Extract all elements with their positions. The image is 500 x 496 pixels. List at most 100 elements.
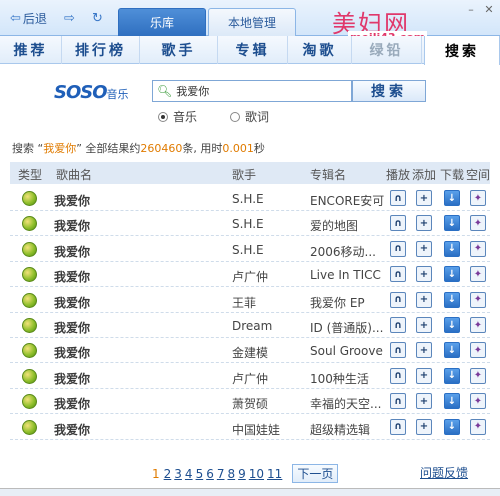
artist-name[interactable]: 金建模 — [232, 344, 268, 361]
nav-albums[interactable]: 专辑 — [218, 36, 288, 64]
headphones-icon[interactable]: ∩ — [390, 190, 406, 206]
song-name[interactable]: 我爱你 — [54, 192, 90, 209]
headphones-icon[interactable]: ∩ — [390, 215, 406, 232]
back-button[interactable]: ⇦ 后退 — [10, 9, 47, 27]
radio-lyrics[interactable]: 歌词 — [230, 108, 269, 125]
feedback-link[interactable]: 问题反馈 — [420, 464, 468, 481]
refresh-button[interactable]: ↻ — [92, 9, 103, 27]
add-icon[interactable]: + — [416, 317, 432, 333]
next-page-button[interactable]: 下一页 — [292, 464, 339, 483]
close-button[interactable]: ✕ — [480, 2, 498, 18]
add-icon[interactable]: + — [416, 215, 432, 232]
download-icon[interactable]: ↓ — [444, 215, 460, 232]
headphones-icon[interactable]: ∩ — [390, 342, 406, 359]
download-icon[interactable]: ↓ — [444, 291, 460, 308]
album-name[interactable]: 100种生活 — [310, 370, 386, 387]
song-name[interactable]: 我爱你 — [54, 395, 90, 412]
add-icon[interactable]: + — [416, 393, 432, 410]
add-icon[interactable]: + — [416, 266, 432, 283]
album-name[interactable]: Soul Groove — [310, 344, 386, 358]
headphones-icon[interactable]: ∩ — [390, 266, 406, 283]
space-icon[interactable]: ✦ — [470, 342, 486, 359]
nav-search[interactable]: 搜索 — [424, 36, 500, 65]
search-input[interactable]: 🔍︎ 我爱你 — [152, 80, 352, 102]
tab-local-management[interactable]: 本地管理 — [208, 8, 296, 36]
nav-green[interactable]: 绿铅 — [352, 36, 422, 64]
search-button[interactable]: 搜索 — [352, 80, 426, 102]
add-icon[interactable]: + — [416, 291, 432, 308]
headphones-icon[interactable]: ∩ — [390, 367, 406, 384]
headphones-icon[interactable]: ∩ — [390, 317, 406, 333]
song-name[interactable]: 我爱你 — [54, 217, 90, 234]
page-link[interactable]: 4 — [185, 467, 193, 481]
add-icon[interactable]: + — [416, 240, 432, 257]
song-name[interactable]: 我爱你 — [54, 344, 90, 361]
space-icon[interactable]: ✦ — [470, 317, 486, 333]
song-name[interactable]: 我爱你 — [54, 268, 90, 285]
space-icon[interactable]: ✦ — [470, 367, 486, 384]
space-icon[interactable]: ✦ — [470, 190, 486, 206]
page-link[interactable]: 8 — [227, 467, 235, 481]
download-icon[interactable]: ↓ — [444, 393, 460, 410]
artist-name[interactable]: 中国娃娃 — [232, 421, 280, 438]
artist-name[interactable]: 卢广仲 — [232, 370, 268, 387]
headphones-icon[interactable]: ∩ — [390, 240, 406, 257]
album-name[interactable]: 我爱你 EP — [310, 294, 386, 311]
space-icon[interactable]: ✦ — [470, 291, 486, 308]
space-icon[interactable]: ✦ — [470, 266, 486, 283]
album-name[interactable]: ID (普通版)... — [310, 319, 386, 336]
space-icon[interactable]: ✦ — [470, 393, 486, 410]
song-name[interactable]: 我爱你 — [54, 243, 90, 260]
add-icon[interactable]: + — [416, 190, 432, 206]
download-icon[interactable]: ↓ — [444, 190, 460, 206]
add-icon[interactable]: + — [416, 367, 432, 384]
download-icon[interactable]: ↓ — [444, 342, 460, 359]
page-link[interactable]: 5 — [196, 467, 204, 481]
minimize-button[interactable]: – — [462, 2, 480, 18]
add-icon[interactable]: + — [416, 418, 432, 435]
song-name[interactable]: 我爱你 — [54, 319, 90, 336]
space-icon[interactable]: ✦ — [470, 418, 486, 435]
page-link[interactable]: 9 — [238, 467, 246, 481]
page-link[interactable]: 11 — [267, 467, 282, 481]
download-icon[interactable]: ↓ — [444, 317, 460, 333]
song-name[interactable]: 我爱你 — [54, 370, 90, 387]
album-name[interactable]: Live In TICC — [310, 268, 386, 282]
page-link[interactable]: 7 — [217, 467, 225, 481]
album-name[interactable]: 超级精选辑 — [310, 421, 386, 438]
artist-name[interactable]: 卢广仲 — [232, 268, 268, 285]
page-link[interactable]: 3 — [174, 467, 182, 481]
download-icon[interactable]: ↓ — [444, 367, 460, 384]
add-icon[interactable]: + — [416, 342, 432, 359]
space-icon[interactable]: ✦ — [470, 215, 486, 232]
headphones-icon[interactable]: ∩ — [390, 291, 406, 308]
forward-button[interactable]: ⇨ — [64, 9, 75, 27]
song-name[interactable]: 我爱你 — [54, 421, 90, 438]
radio-music[interactable]: 音乐 — [158, 108, 197, 125]
nav-charts[interactable]: 排行榜 — [62, 36, 140, 64]
nav-artists[interactable]: 歌手 — [140, 36, 218, 64]
download-icon[interactable]: ↓ — [444, 240, 460, 257]
nav-recommend[interactable]: 推荐 — [0, 36, 62, 64]
artist-name[interactable]: Dream — [232, 319, 272, 333]
nav-discover[interactable]: 淘歌 — [288, 36, 352, 64]
download-icon[interactable]: ↓ — [444, 418, 460, 435]
page-link[interactable]: 10 — [249, 467, 264, 481]
song-name[interactable]: 我爱你 — [54, 294, 90, 311]
album-name[interactable]: 幸福的天空... — [310, 395, 386, 412]
download-icon[interactable]: ↓ — [444, 266, 460, 283]
artist-name[interactable]: 萧贺硕 — [232, 395, 268, 412]
space-icon[interactable]: ✦ — [470, 240, 486, 257]
album-name[interactable]: 爱的地图 — [310, 217, 386, 234]
artist-name[interactable]: S.H.E — [232, 217, 264, 231]
page-link[interactable]: 6 — [206, 467, 214, 481]
page-link[interactable]: 2 — [164, 467, 172, 481]
album-name[interactable]: 2006移动... — [310, 243, 386, 260]
artist-name[interactable]: 王菲 — [232, 294, 256, 311]
tab-library[interactable]: 乐库 — [118, 8, 206, 36]
headphones-icon[interactable]: ∩ — [390, 393, 406, 410]
artist-name[interactable]: S.H.E — [232, 243, 264, 257]
album-name[interactable]: ENCORE安可 — [310, 192, 386, 209]
artist-name[interactable]: S.H.E — [232, 192, 264, 206]
headphones-icon[interactable]: ∩ — [390, 418, 406, 435]
